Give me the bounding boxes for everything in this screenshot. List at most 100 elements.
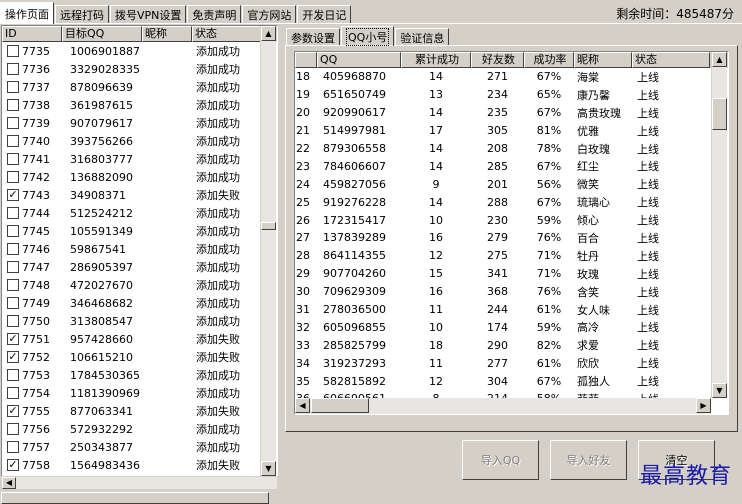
col-qq-header[interactable]: QQ <box>317 52 401 68</box>
sub-tab-1[interactable]: QQ小号 <box>341 26 395 46</box>
scroll-up-arrow-icon[interactable]: ▲ <box>712 52 727 67</box>
scroll-right-arrow-icon[interactable]: ▶ <box>696 398 711 413</box>
col-total-success-header[interactable]: 累计成功 <box>401 52 471 68</box>
row-checkbox[interactable] <box>7 441 19 453</box>
table-row[interactable]: 31 278036500 11 244 61% 女人味 上线 <box>295 301 728 319</box>
table-row[interactable]: 7740 393756266 添加成功 <box>2 132 277 150</box>
row-checkbox[interactable]: ✓ <box>7 459 19 471</box>
table-row[interactable]: 25 919276228 14 288 67% 琉璃心 上线 <box>295 193 728 211</box>
table-row[interactable]: 7739 907079617 添加成功 <box>2 114 277 132</box>
table-row[interactable]: ✓ 7755 877063341 添加失败 <box>2 402 277 420</box>
col-target-qq-header[interactable]: 目标QQ <box>62 26 142 42</box>
table-row[interactable]: 7756 572932292 添加成功 <box>2 420 277 438</box>
table-row[interactable]: 26 172315417 10 230 59% 倾心 上线 <box>295 211 728 229</box>
qq-account-grid[interactable]: QQ 累计成功 好友数 成功率 昵称 状态 18 405968870 14 271 67… <box>294 51 729 415</box>
table-row[interactable]: 20 920990617 14 235 67% 高贵玫瑰 上线 <box>295 104 728 122</box>
row-checkbox[interactable]: ✓ <box>7 405 19 417</box>
table-row[interactable]: 33 285825799 18 290 82% 求爱 上线 <box>295 336 728 354</box>
main-tab-3[interactable]: 免责声明 <box>187 5 242 24</box>
sub-tab-0[interactable]: 参数设置 <box>286 28 340 46</box>
sub-tab-2[interactable]: 验证信息 <box>395 28 450 46</box>
row-checkbox[interactable] <box>7 315 19 327</box>
qq-grid-hscroll[interactable]: ◀ ▶ <box>295 398 711 414</box>
table-row[interactable]: 22 879306558 14 208 78% 白玫瑰 上线 <box>295 140 728 158</box>
table-row[interactable]: ✓ 7758 1564983436 添加失败 <box>2 456 277 474</box>
table-row[interactable]: 7750 313808547 添加成功 <box>2 312 277 330</box>
col-success-rate-header[interactable]: 成功率 <box>524 52 574 68</box>
table-row[interactable]: 7744 512524212 添加成功 <box>2 204 277 222</box>
row-checkbox[interactable] <box>7 207 19 219</box>
col-index-header[interactable] <box>295 52 317 68</box>
row-checkbox[interactable] <box>7 387 19 399</box>
table-row[interactable]: ✓ 7751 957428660 添加失败 <box>2 330 277 348</box>
row-checkbox[interactable] <box>7 171 19 183</box>
table-row[interactable]: 7741 316803777 添加成功 <box>2 150 277 168</box>
main-tab-0[interactable]: 操作页面 <box>0 2 54 24</box>
table-row[interactable]: 28 864114355 12 275 71% 牡丹 上线 <box>295 247 728 265</box>
scroll-left-arrow-icon[interactable]: ◀ <box>2 477 16 489</box>
row-checkbox[interactable] <box>7 135 19 147</box>
table-row[interactable]: 7753 1784530365 添加成功 <box>2 366 277 384</box>
row-checkbox[interactable] <box>7 45 19 57</box>
table-row[interactable]: 35 582815892 12 304 67% 孤独人 上线 <box>295 372 728 390</box>
table-row[interactable]: 7747 286905397 添加成功 <box>2 258 277 276</box>
row-checkbox[interactable] <box>7 297 19 309</box>
col-friends-header[interactable]: 好友数 <box>471 52 524 68</box>
table-row[interactable]: 29 907704260 15 341 71% 玫瑰 上线 <box>295 265 728 283</box>
qq-grid-vscroll[interactable]: ▲ ▼ <box>711 52 727 398</box>
table-row[interactable]: ✓ 7743 34908371 添加失败 <box>2 186 277 204</box>
col-nickname-header[interactable]: 昵称 <box>142 26 192 42</box>
row-checkbox[interactable] <box>7 369 19 381</box>
table-row[interactable]: 7738 361987615 添加成功 <box>2 96 277 114</box>
main-tab-5[interactable]: 开发日记 <box>297 5 352 24</box>
row-checkbox[interactable] <box>7 243 19 255</box>
table-row[interactable]: 32 605096855 10 174 59% 高冷 上线 <box>295 318 728 336</box>
import-qq-button[interactable]: 导入QQ <box>462 440 539 480</box>
table-row[interactable]: 23 784606607 14 285 67% 红尘 上线 <box>295 157 728 175</box>
row-checkbox[interactable]: ✓ <box>7 351 19 363</box>
import-friends-button[interactable]: 导入好友 <box>550 440 627 480</box>
main-tab-1[interactable]: 远程打码 <box>55 5 109 24</box>
row-checkbox[interactable] <box>7 261 19 273</box>
target-qq-list[interactable]: ID 目标QQ 昵称 状态 7735 1006901887 添加成功 7736 3329… <box>1 25 278 477</box>
row-checkbox[interactable] <box>7 81 19 93</box>
table-row[interactable]: 7746 59867541 添加成功 <box>2 240 277 258</box>
table-row[interactable]: 34 319237293 11 277 61% 欣欣 上线 <box>295 354 728 372</box>
table-row[interactable]: 18 405968870 14 271 67% 海棠 上线 <box>295 68 728 86</box>
table-row[interactable]: 27 137839289 16 279 76% 百合 上线 <box>295 229 728 247</box>
table-row[interactable]: 7757 250343877 添加成功 <box>2 438 277 456</box>
row-checkbox[interactable] <box>7 423 19 435</box>
row-checkbox[interactable] <box>7 279 19 291</box>
row-checkbox[interactable] <box>7 153 19 165</box>
table-row[interactable]: 7745 105591349 添加成功 <box>2 222 277 240</box>
table-row[interactable]: 7742 136882090 添加成功 <box>2 168 277 186</box>
table-row[interactable]: 7754 1181390969 添加成功 <box>2 384 277 402</box>
table-row[interactable]: 7748 472027670 添加成功 <box>2 276 277 294</box>
target-list-hscroll[interactable]: ◀ <box>1 476 278 490</box>
col-status-header[interactable]: 状态 <box>192 26 262 42</box>
table-row[interactable]: 19 651650749 13 234 65% 康乃馨 上线 <box>295 86 728 104</box>
scroll-down-arrow-icon[interactable]: ▼ <box>712 383 727 398</box>
table-row[interactable]: 7749 346468682 添加成功 <box>2 294 277 312</box>
scroll-thumb[interactable] <box>311 398 369 413</box>
table-row[interactable]: ✓ 7752 106615210 添加失败 <box>2 348 277 366</box>
row-checkbox[interactable] <box>7 117 19 129</box>
row-checkbox[interactable]: ✓ <box>7 189 19 201</box>
scroll-up-arrow-icon[interactable]: ▲ <box>261 26 276 41</box>
table-row[interactable]: 21 514997981 17 305 81% 优雅 上线 <box>295 122 728 140</box>
scroll-down-arrow-icon[interactable]: ▼ <box>261 461 276 476</box>
scroll-thumb[interactable] <box>712 98 727 130</box>
table-row[interactable]: 7737 878096639 添加成功 <box>2 78 277 96</box>
scroll-left-arrow-icon[interactable]: ◀ <box>295 398 310 413</box>
col-id-header[interactable]: ID <box>2 26 62 42</box>
main-tab-4[interactable]: 官方网站 <box>242 5 297 24</box>
scroll-thumb[interactable] <box>261 222 276 230</box>
row-checkbox[interactable]: ✓ <box>7 333 19 345</box>
row-checkbox[interactable] <box>7 225 19 237</box>
table-row[interactable]: 30 709629309 16 368 76% 含笑 上线 <box>295 283 728 301</box>
target-list-vscroll[interactable]: ▲ ▼ <box>260 26 276 476</box>
table-row[interactable]: 24 459827056 9 201 56% 微笑 上线 <box>295 175 728 193</box>
table-row[interactable]: 7735 1006901887 添加成功 <box>2 42 277 60</box>
col-nickname-header[interactable]: 昵称 <box>574 52 632 68</box>
row-checkbox[interactable] <box>7 63 19 75</box>
